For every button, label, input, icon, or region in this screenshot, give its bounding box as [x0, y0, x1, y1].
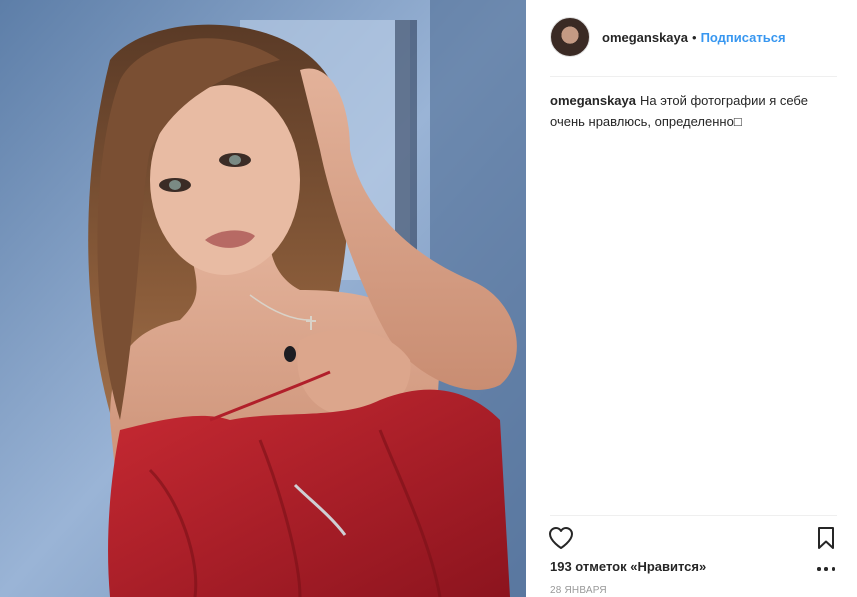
dot-1	[817, 567, 821, 571]
header-divider	[550, 76, 837, 77]
follow-button[interactable]: Подписаться	[701, 30, 786, 45]
caption-username[interactable]: omeganskaya	[550, 93, 636, 108]
post-header: omeganskaya • Подписаться	[550, 16, 837, 58]
dot-3	[831, 567, 835, 571]
post-date: 28 ЯНВАРЯ	[550, 585, 607, 596]
dot-2	[824, 567, 828, 571]
header-separator: •	[692, 29, 697, 45]
post-image	[0, 0, 526, 597]
author-username[interactable]: omeganskaya	[602, 30, 688, 45]
more-dots-icon[interactable]	[817, 562, 835, 576]
post-side-panel: omeganskaya • Подписаться omeganskaya На …	[526, 0, 857, 597]
post-photo[interactable]	[0, 0, 526, 597]
post-actions	[548, 526, 837, 552]
likes-count[interactable]: 193 отметок «Нравится»	[550, 559, 706, 574]
avatar[interactable]	[550, 17, 590, 57]
heart-icon[interactable]	[548, 526, 574, 550]
actions-divider	[550, 515, 837, 516]
bookmark-icon[interactable]	[815, 526, 837, 550]
post-caption: omeganskaya На этой фотографии я себе оче…	[550, 90, 827, 132]
